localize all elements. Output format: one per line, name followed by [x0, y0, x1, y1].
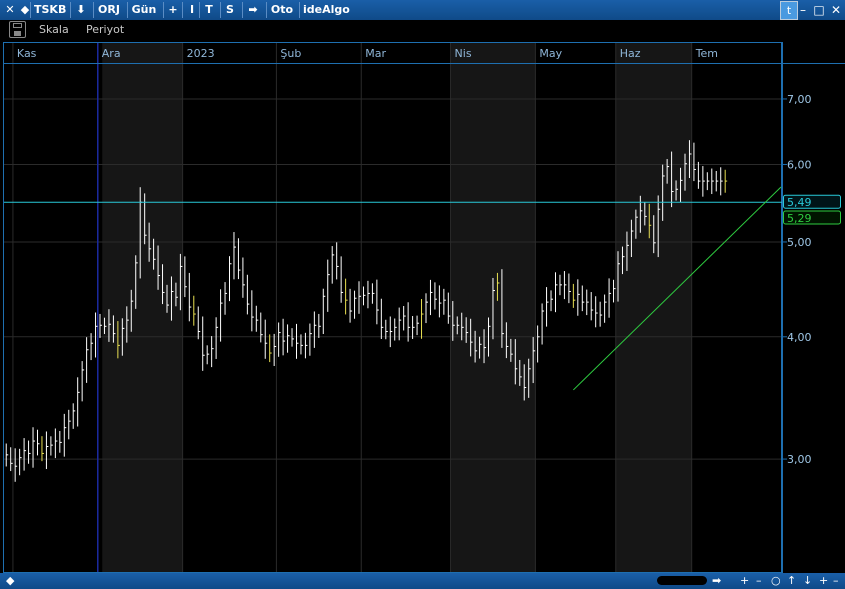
price-tick-label: 6,00 [787, 158, 812, 171]
price-tick-label: 5,00 [787, 236, 812, 249]
price-tick-label: 4,00 [787, 331, 812, 344]
scroll-left-icon[interactable]: ◆ [6, 574, 14, 588]
scroll-right-icon[interactable]: ➡ [712, 574, 721, 588]
trend-label: 5,29 [787, 212, 812, 225]
month-shade [615, 42, 692, 572]
status-bar: ◆ ➡ + – ○ ↑ ↓ + – [0, 573, 845, 589]
month-label: Kas [17, 47, 37, 60]
month-label: Nis [455, 47, 472, 60]
month-shade [102, 42, 183, 572]
month-label: May [539, 47, 562, 60]
zoom-reset-button[interactable]: ○ [771, 574, 781, 588]
scroll-thumb[interactable] [657, 576, 707, 585]
scale-up-button[interactable]: ↑ [787, 574, 796, 588]
month-label: Haz [620, 47, 641, 60]
remove-button[interactable]: – [833, 574, 839, 588]
scale-down-button[interactable]: ↓ [803, 574, 812, 588]
zoom-in-button[interactable]: + [740, 574, 749, 588]
price-tick-label: 7,00 [787, 93, 812, 106]
month-label: Tem [695, 47, 718, 60]
resistance-label: 5,49 [787, 196, 812, 209]
month-label: Şub [280, 47, 301, 60]
month-label: Mar [365, 47, 386, 60]
add-button[interactable]: + [819, 574, 828, 588]
zoom-out-button[interactable]: – [756, 574, 762, 588]
month-label: Ara [102, 47, 121, 60]
month-label: 2023 [187, 47, 215, 60]
price-tick-label: 3,00 [787, 453, 812, 466]
price-chart[interactable]: Kas Ara 2023 Şub Mar Nis May Haz Tem 3,00 4,00 5,00… [0, 0, 845, 589]
